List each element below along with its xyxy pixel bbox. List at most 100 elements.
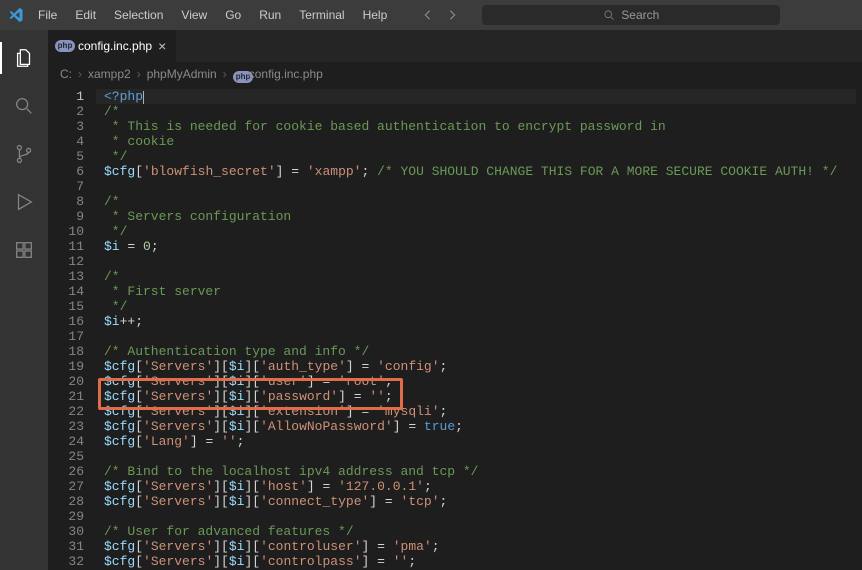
code-line[interactable] xyxy=(104,329,856,344)
line-number: 8 xyxy=(48,194,84,209)
search-icon xyxy=(603,9,615,21)
line-number: 24 xyxy=(48,434,84,449)
editor[interactable]: 1234567891011121314151617181920212223242… xyxy=(48,85,862,570)
code-line[interactable]: * Servers configuration xyxy=(104,209,856,224)
line-number: 4 xyxy=(48,134,84,149)
line-number: 19 xyxy=(48,359,84,374)
php-file-icon: php xyxy=(233,68,245,80)
menu-terminal[interactable]: Terminal xyxy=(291,4,352,26)
menu-selection[interactable]: Selection xyxy=(106,4,171,26)
code-line[interactable]: */ xyxy=(104,299,856,314)
line-number: 25 xyxy=(48,449,84,464)
line-number: 23 xyxy=(48,419,84,434)
chevron-right-icon: › xyxy=(223,67,227,81)
line-number: 18 xyxy=(48,344,84,359)
code-line[interactable]: /* Bind to the localhost ipv4 address an… xyxy=(104,464,856,479)
menu-run[interactable]: Run xyxy=(251,4,289,26)
line-number: 7 xyxy=(48,179,84,194)
line-number: 5 xyxy=(48,149,84,164)
code-line[interactable]: /* xyxy=(104,269,856,284)
activity-bar xyxy=(0,30,48,570)
menu-go[interactable]: Go xyxy=(217,4,249,26)
line-number: 14 xyxy=(48,284,84,299)
activity-run-debug[interactable] xyxy=(0,182,48,222)
menu-file[interactable]: File xyxy=(30,4,65,26)
code-line[interactable]: $cfg['Servers'][$i]['user'] = 'root'; xyxy=(104,374,856,389)
code-line[interactable]: $cfg['Servers'][$i]['AllowNoPassword'] =… xyxy=(104,419,856,434)
code-line[interactable]: $cfg['Servers'][$i]['controlpass'] = ''; xyxy=(104,554,856,569)
breadcrumb-segment[interactable]: C: xyxy=(60,67,72,81)
code-line[interactable]: $cfg['Servers'][$i]['extension'] = 'mysq… xyxy=(104,404,856,419)
line-number: 29 xyxy=(48,509,84,524)
code-line[interactable]: $cfg['Servers'][$i]['auth_type'] = 'conf… xyxy=(104,359,856,374)
activity-source-control[interactable] xyxy=(0,134,48,174)
code-line[interactable] xyxy=(104,179,856,194)
command-center-search[interactable]: Search xyxy=(481,4,781,26)
php-file-icon: php xyxy=(58,39,72,53)
code-line[interactable]: $i = 0; xyxy=(104,239,856,254)
close-icon[interactable]: × xyxy=(158,39,166,53)
title-bar: FileEditSelectionViewGoRunTerminalHelp S… xyxy=(0,0,862,30)
minimap[interactable] xyxy=(856,85,862,570)
activity-extensions[interactable] xyxy=(0,230,48,270)
code-line[interactable]: $cfg['Servers'][$i]['connect_type'] = 't… xyxy=(104,494,856,509)
line-number: 27 xyxy=(48,479,84,494)
line-number: 32 xyxy=(48,554,84,569)
chevron-right-icon: › xyxy=(78,67,82,81)
code-line[interactable]: $i++; xyxy=(104,314,856,329)
line-number: 26 xyxy=(48,464,84,479)
code-line[interactable] xyxy=(104,509,856,524)
code-line[interactable]: */ xyxy=(104,149,856,164)
breadcrumb-segment[interactable]: phpconfig.inc.php xyxy=(233,67,323,81)
code-line[interactable]: /* xyxy=(104,194,856,209)
code-line[interactable]: $cfg['blowfish_secret'] = 'xampp'; /* YO… xyxy=(104,164,856,179)
nav-forward-icon[interactable] xyxy=(443,6,461,24)
search-icon xyxy=(13,95,35,117)
code-line[interactable]: $cfg['Servers'][$i]['controluser'] = 'pm… xyxy=(104,539,856,554)
code-line[interactable]: /* Authentication type and info */ xyxy=(104,344,856,359)
code-line[interactable]: * First server xyxy=(104,284,856,299)
line-number: 11 xyxy=(48,239,84,254)
tab-config-inc-php[interactable]: php config.inc.php × xyxy=(48,30,177,62)
code-line[interactable]: $cfg['Lang'] = ''; xyxy=(104,434,856,449)
activity-search[interactable] xyxy=(0,86,48,126)
line-number: 30 xyxy=(48,524,84,539)
line-number: 16 xyxy=(48,314,84,329)
code-line[interactable]: $cfg['Servers'][$i]['password'] = ''; xyxy=(104,389,856,404)
line-number: 31 xyxy=(48,539,84,554)
breadcrumb-segment[interactable]: xampp2 xyxy=(88,67,131,81)
line-number: 21 xyxy=(48,389,84,404)
line-number: 28 xyxy=(48,494,84,509)
code-line[interactable]: $cfg['Servers'][$i]['host'] = '127.0.0.1… xyxy=(104,479,856,494)
code-line[interactable]: */ xyxy=(104,224,856,239)
code-line[interactable]: * This is needed for cookie based authen… xyxy=(104,119,856,134)
vscode-logo-icon xyxy=(8,7,24,23)
menu-edit[interactable]: Edit xyxy=(67,4,104,26)
menu-bar: FileEditSelectionViewGoRunTerminalHelp xyxy=(30,4,395,26)
play-bug-icon xyxy=(13,191,35,213)
line-number: 9 xyxy=(48,209,84,224)
line-number: 15 xyxy=(48,299,84,314)
tab-title: config.inc.php xyxy=(78,39,152,53)
code-line[interactable]: /* xyxy=(104,104,856,119)
files-icon xyxy=(13,47,35,69)
menu-help[interactable]: Help xyxy=(355,4,396,26)
git-branch-icon xyxy=(13,143,35,165)
breadcrumb[interactable]: C:›xampp2›phpMyAdmin›phpconfig.inc.php xyxy=(48,63,862,85)
code-line[interactable]: /* User for advanced features */ xyxy=(104,524,856,539)
code-line[interactable] xyxy=(104,254,856,269)
code-line[interactable]: * cookie xyxy=(104,134,856,149)
code-line[interactable]: <?php xyxy=(104,89,856,104)
menu-view[interactable]: View xyxy=(173,4,215,26)
nav-back-icon[interactable] xyxy=(419,6,437,24)
line-number: 17 xyxy=(48,329,84,344)
breadcrumb-segment[interactable]: phpMyAdmin xyxy=(147,67,217,81)
code-line[interactable] xyxy=(104,449,856,464)
extensions-icon xyxy=(13,239,35,261)
code-area[interactable]: <?php/* * This is needed for cookie base… xyxy=(96,85,856,570)
line-number: 20 xyxy=(48,374,84,389)
line-number: 22 xyxy=(48,404,84,419)
line-number: 2 xyxy=(48,104,84,119)
activity-explorer[interactable] xyxy=(0,38,48,78)
line-number: 13 xyxy=(48,269,84,284)
